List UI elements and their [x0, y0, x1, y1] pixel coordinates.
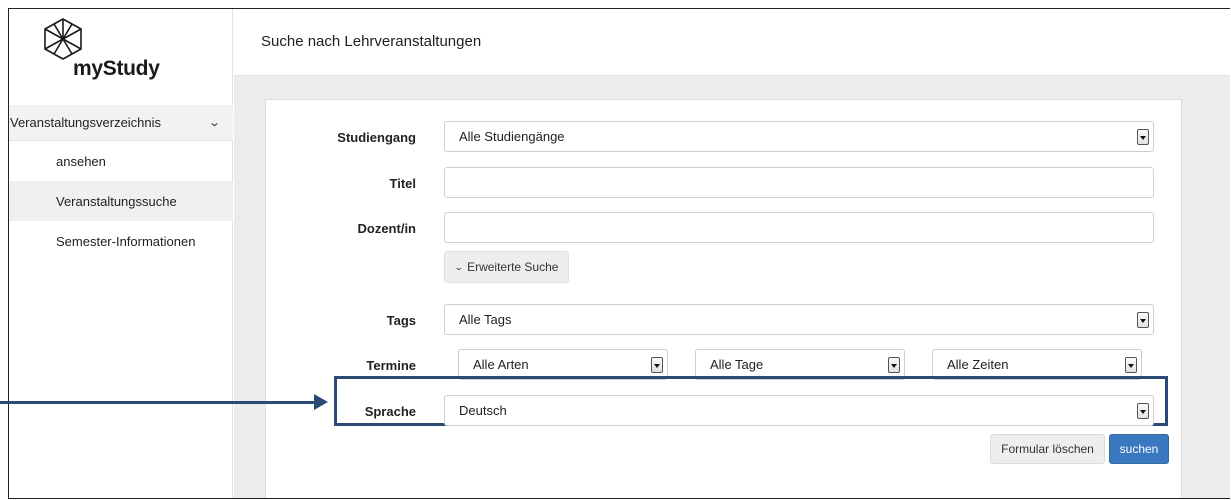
app-name: myStudy — [73, 57, 160, 80]
dropdown-arrow-icon — [1137, 129, 1149, 145]
mystudy-logo-icon — [44, 18, 82, 60]
sidebar-item-ansehen[interactable]: ansehen — [9, 141, 233, 181]
logo[interactable]: myStudy — [9, 9, 233, 97]
page-header: Suche nach Lehrveranstaltungen — [234, 9, 1230, 76]
studiengang-value: Alle Studiengänge — [459, 129, 565, 144]
sidebar: myStudy Veranstaltungsverzeichnis ⌄ anse… — [9, 9, 233, 498]
termine-arten-value: Alle Arten — [473, 357, 529, 372]
termine-label: Termine — [366, 358, 416, 373]
tags-value: Alle Tags — [459, 312, 512, 327]
sidebar-item-veranstaltungssuche[interactable]: Veranstaltungssuche — [9, 181, 233, 221]
sidebar-nav: Veranstaltungsverzeichnis ⌄ ansehen Vera… — [9, 105, 233, 261]
dropdown-arrow-icon — [888, 357, 900, 373]
annotation-arrow-line — [0, 401, 318, 404]
sprache-select[interactable]: Deutsch — [444, 395, 1154, 426]
dropdown-arrow-icon — [1137, 403, 1149, 419]
dozent-input[interactable] — [444, 212, 1154, 243]
sidebar-item-label: ansehen — [56, 153, 106, 169]
search-form: Studiengang Alle Studiengänge Titel Doze… — [265, 99, 1182, 498]
titel-label: Titel — [389, 176, 417, 191]
titel-input[interactable] — [444, 167, 1154, 198]
search-button[interactable]: suchen — [1109, 434, 1169, 464]
studiengang-select[interactable]: Alle Studiengänge — [444, 121, 1154, 152]
advanced-search-label: Erweiterte Suche — [467, 260, 559, 274]
tags-label: Tags — [386, 313, 416, 328]
sidebar-item-semester-informationen[interactable]: Semester-Informationen — [9, 221, 233, 261]
dropdown-arrow-icon — [651, 357, 663, 373]
sidebar-item-label: Semester-Informationen — [56, 233, 196, 249]
main-content: Studiengang Alle Studiengänge Titel Doze… — [234, 76, 1230, 498]
page-title: Suche nach Lehrveranstaltungen — [261, 33, 482, 50]
sidebar-item-label: Veranstaltungsverzeichnis — [10, 115, 162, 130]
app-window: myStudy Veranstaltungsverzeichnis ⌄ anse… — [8, 8, 1230, 499]
sprache-value: Deutsch — [459, 403, 507, 418]
tags-select[interactable]: Alle Tags — [444, 304, 1154, 335]
chevron-down-icon: ⌄ — [453, 261, 464, 272]
studiengang-label: Studiengang — [337, 130, 416, 145]
annotation-arrow-head-icon — [314, 394, 328, 410]
dozent-label: Dozent/in — [357, 221, 417, 236]
dropdown-arrow-icon — [1137, 312, 1149, 328]
advanced-search-button[interactable]: ⌄ Erweiterte Suche — [444, 251, 569, 283]
sidebar-item-label: Veranstaltungssuche — [56, 193, 177, 209]
dropdown-arrow-icon — [1125, 357, 1137, 373]
chevron-down-icon: ⌄ — [207, 117, 221, 129]
termine-zeiten-value: Alle Zeiten — [947, 357, 1009, 372]
sidebar-item-veranstaltungsverzeichnis[interactable]: Veranstaltungsverzeichnis ⌄ — [9, 105, 233, 141]
termine-tage-value: Alle Tage — [710, 357, 764, 372]
clear-form-button[interactable]: Formular löschen — [990, 434, 1105, 464]
